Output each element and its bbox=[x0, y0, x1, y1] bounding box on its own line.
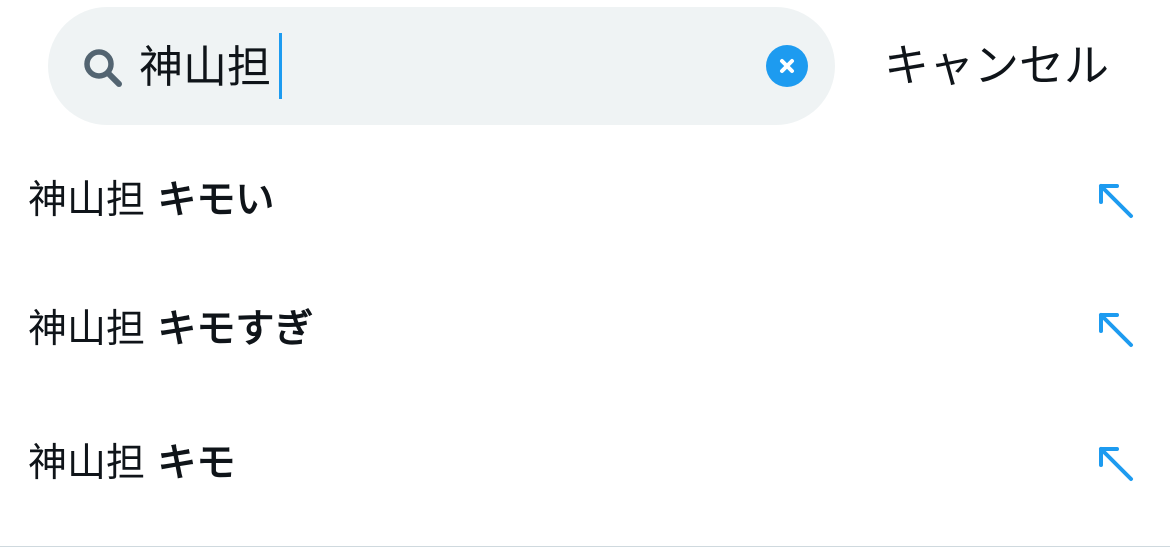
suggestion-query: 神山担 bbox=[28, 441, 146, 486]
divider bbox=[0, 546, 1170, 547]
arrow-up-left-icon[interactable] bbox=[1094, 179, 1136, 221]
search-icon bbox=[84, 49, 122, 87]
clear-search-button[interactable] bbox=[766, 45, 808, 87]
close-icon bbox=[780, 59, 794, 73]
suggestion-label: 神山担 キモ bbox=[28, 434, 235, 494]
suggestion-label: 神山担 キモすぎ bbox=[28, 300, 313, 360]
suggestion-completion: キモすぎ bbox=[157, 307, 314, 352]
suggestion-item[interactable]: 神山担 キモい bbox=[0, 135, 1170, 265]
suggestion-item[interactable]: 神山担 キモすぎ bbox=[0, 264, 1170, 394]
suggestion-label: 神山担 キモい bbox=[28, 171, 274, 231]
suggestion-query: 神山担 bbox=[28, 178, 146, 223]
text-caret bbox=[279, 33, 282, 99]
search-input[interactable]: 神山担 bbox=[139, 38, 271, 98]
suggestion-query: 神山担 bbox=[28, 307, 146, 352]
suggestion-completion: キモ bbox=[157, 441, 236, 486]
cancel-button[interactable]: キャンセル bbox=[884, 34, 1109, 98]
arrow-up-left-icon[interactable] bbox=[1094, 308, 1136, 350]
suggestion-completion: キモい bbox=[157, 178, 275, 223]
suggestion-item[interactable]: 神山担 キモ bbox=[0, 398, 1170, 528]
arrow-up-left-icon[interactable] bbox=[1094, 442, 1136, 484]
